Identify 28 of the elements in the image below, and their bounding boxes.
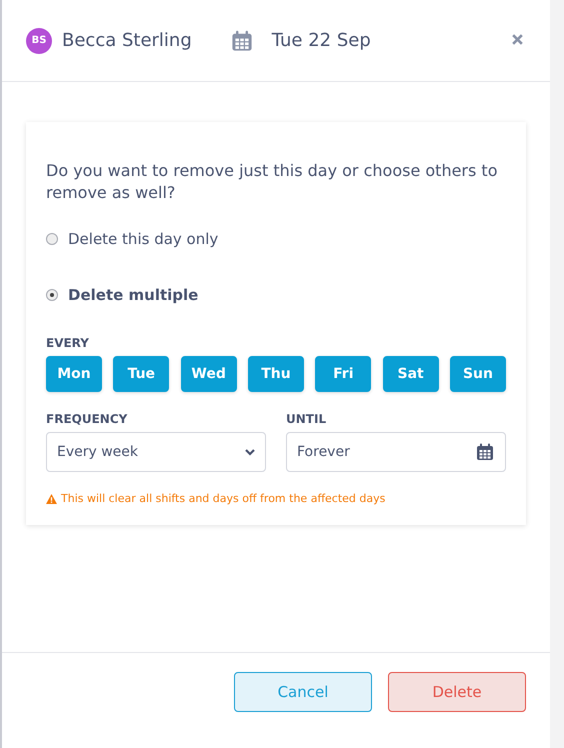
until-field[interactable]: Forever [286, 432, 506, 472]
calendar-icon [230, 28, 254, 52]
day-toggle[interactable]: Thu [248, 356, 304, 392]
option-label: Delete multiple [68, 286, 198, 304]
calendar-icon [475, 442, 495, 462]
close-icon [511, 33, 524, 46]
warning-icon [46, 494, 57, 504]
delete-button[interactable]: Delete [388, 672, 526, 712]
warning-text: This will clear all shifts and days off from the affected days [61, 492, 386, 505]
avatar: BS [26, 28, 52, 54]
day-toggle[interactable]: Sun [450, 356, 506, 392]
option-label: Delete this day only [68, 230, 218, 248]
chevron-icon [245, 448, 255, 456]
day-toggle[interactable]: Mon [46, 356, 102, 392]
frequency-select[interactable]: Every week [46, 432, 266, 472]
radio-button[interactable] [46, 233, 58, 245]
every-label: EVERY [46, 336, 90, 350]
employee-name: Becca Sterling [62, 30, 192, 51]
day-toggle[interactable]: Fri [315, 356, 372, 392]
day-toggle[interactable]: Wed [180, 356, 237, 392]
day-toggle[interactable]: Tue [113, 356, 170, 392]
cancel-button[interactable]: Cancel [234, 672, 372, 712]
radio-button[interactable] [46, 289, 58, 301]
question-text: Do you want to remove just this day or choose others to remove as well? [46, 160, 498, 204]
date-title: Tue 22 Sep [272, 30, 371, 51]
day-toggle[interactable]: Sat [382, 356, 439, 392]
frequency-label: FREQUENCY [46, 412, 128, 426]
until-label: UNTIL [286, 412, 328, 426]
